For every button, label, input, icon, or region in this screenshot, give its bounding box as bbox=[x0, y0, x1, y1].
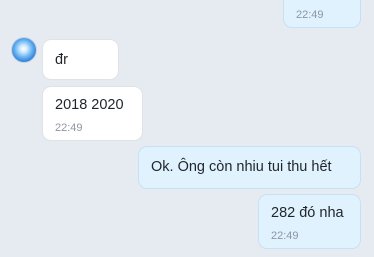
message-text: 2018 2020 bbox=[55, 97, 124, 113]
message-text: đr bbox=[55, 52, 68, 68]
message-bubble-outgoing[interactable]: Ok. Ông còn nhiu tui thu hết bbox=[138, 146, 361, 189]
message-bubble-outgoing[interactable]: 22:49 bbox=[283, 0, 361, 28]
sender-avatar[interactable] bbox=[12, 38, 36, 62]
message-bubble-outgoing[interactable]: 282 đó nha 22:49 bbox=[258, 194, 361, 249]
message-time: 22:49 bbox=[55, 122, 83, 134]
message-time: 22:49 bbox=[296, 9, 324, 21]
message-bubble-incoming[interactable]: 2018 2020 22:49 bbox=[42, 86, 143, 141]
message-bubble-incoming[interactable]: đr bbox=[42, 39, 119, 80]
message-text: 282 đó nha bbox=[271, 205, 344, 221]
message-time: 22:49 bbox=[271, 230, 299, 242]
message-text: Ok. Ông còn nhiu tui thu hết bbox=[151, 159, 332, 175]
